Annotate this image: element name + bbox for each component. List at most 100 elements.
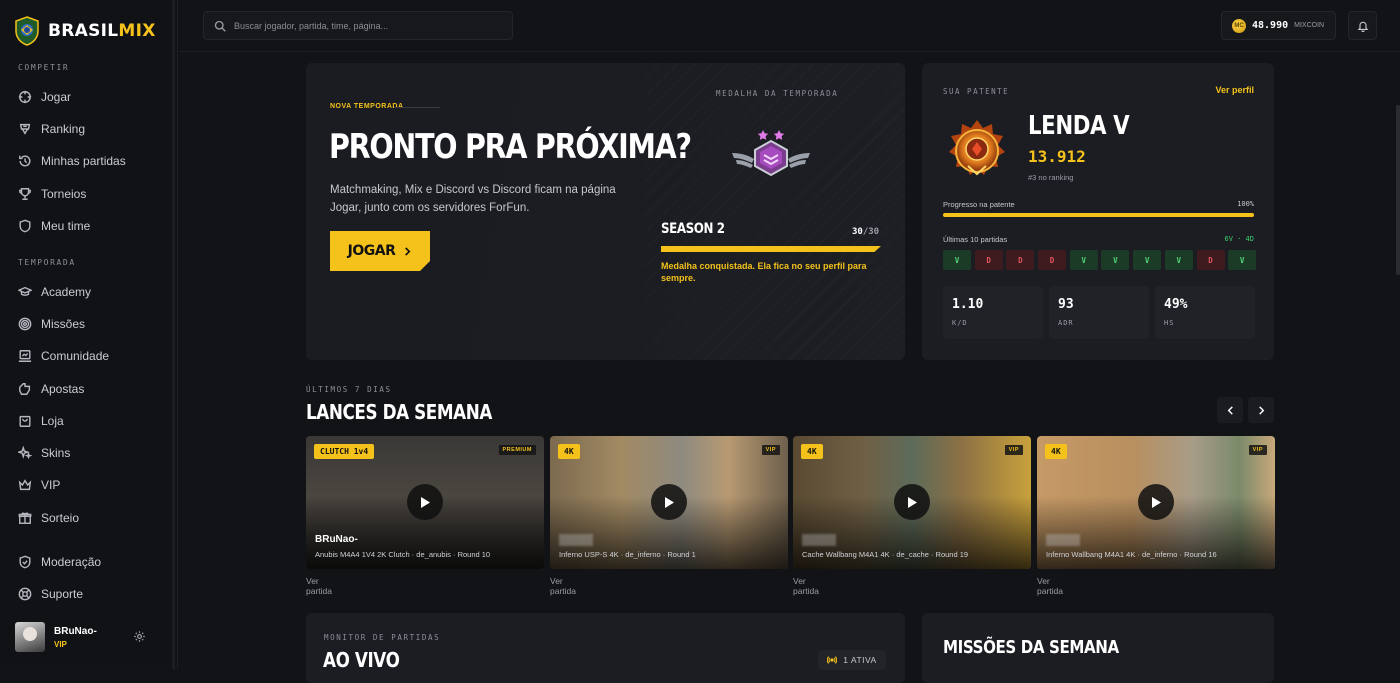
- clip-link[interactable]: Ver partida: [1037, 576, 1063, 596]
- sidebar-item-sorteio[interactable]: Sorteio: [18, 509, 79, 527]
- clip-badge: 4K: [1045, 444, 1067, 459]
- sidebar: BRASILMIX COMPETIR Jogar Ranking Minhas …: [0, 0, 178, 669]
- gift-icon: [18, 512, 32, 524]
- sidebar-item-vip[interactable]: VIP: [18, 476, 60, 494]
- clip-link[interactable]: Ver partida: [793, 576, 819, 596]
- chevron-left-icon: [1227, 405, 1233, 415]
- coin-balance[interactable]: MC 48.990 MIXCOIN: [1221, 11, 1336, 40]
- clip-meta: Inferno Wallbang M4A1 4K · de_inferno · …: [1046, 550, 1217, 559]
- play-icon: [908, 496, 917, 508]
- sidebar-item-loja[interactable]: Loja: [18, 412, 64, 430]
- brand-logo[interactable]: BRASILMIX: [14, 16, 156, 46]
- target-icon: [18, 317, 32, 331]
- match-result-chip: V: [1069, 250, 1098, 270]
- progress-value: 100%: [1237, 200, 1254, 208]
- search-input[interactable]: [234, 20, 504, 31]
- play-button[interactable]: [407, 484, 443, 520]
- sidebar-item-minhas-partidas[interactable]: Minhas partidas: [18, 152, 126, 170]
- weekly-missions-card: MISSÕES DA SEMANA: [922, 613, 1274, 683]
- view-profile-link[interactable]: Ver perfil: [1215, 85, 1254, 95]
- play-icon: [1152, 496, 1161, 508]
- gear-icon[interactable]: [133, 630, 146, 643]
- clip-link[interactable]: Ver partida: [306, 576, 332, 596]
- season-medal-icon: [732, 130, 810, 177]
- sidebar-item-label: Sorteio: [41, 511, 80, 525]
- highlights-title: LANCES DA SEMANA: [306, 400, 492, 424]
- jogar-button[interactable]: JOGAR: [330, 231, 430, 271]
- kicker-divider: [394, 107, 440, 108]
- sidebar-item-suporte[interactable]: Suporte: [18, 585, 83, 603]
- blurred-player-name: [802, 534, 836, 546]
- clip-tier-badge: VIP: [761, 445, 780, 455]
- sidebar-item-label: Minhas partidas: [41, 154, 126, 168]
- play-button[interactable]: [894, 484, 930, 520]
- hero-stripes: [644, 63, 905, 360]
- sidebar-item-skins[interactable]: Skins: [18, 444, 70, 462]
- main-scrollbar-thumb[interactable]: [1396, 105, 1400, 275]
- clip-card[interactable]: CLUTCH 1v4 PREMIUM BRuNao- Anubis M4A4 1…: [306, 436, 544, 569]
- highlights-next-button[interactable]: [1248, 397, 1274, 423]
- lifebuoy-icon: [18, 587, 32, 601]
- clip-player: BRuNao-: [315, 534, 358, 545]
- shield-check-icon: [19, 555, 31, 569]
- notifications-button[interactable]: [1348, 11, 1377, 40]
- play-button[interactable]: [1138, 484, 1174, 520]
- user-profile[interactable]: BRuNao- VIP: [15, 622, 97, 652]
- sidebar-item-label: Comunidade: [41, 349, 110, 363]
- sidebar-item-moderacao[interactable]: Moderação: [18, 553, 101, 571]
- sidebar-item-meu-time[interactable]: Meu time: [18, 217, 90, 235]
- clip-card[interactable]: 4K VIP Inferno USP-S 4K · de_inferno · R…: [550, 436, 788, 569]
- match-result-chip: D: [1196, 250, 1225, 270]
- sidebar-scrollbar[interactable]: [172, 0, 175, 669]
- history-icon: [19, 155, 31, 167]
- crosshair-icon: [18, 90, 32, 104]
- coin-unit: MIXCOIN: [1294, 22, 1325, 29]
- clip-link[interactable]: Ver partida: [550, 576, 576, 596]
- active-matches-badge[interactable]: 1 ATIVA: [818, 650, 886, 670]
- clip-card[interactable]: 4K VIP Inferno Wallbang M4A1 4K · de_inf…: [1037, 436, 1275, 569]
- last-matches-label: Últimas 10 partidas: [943, 235, 1008, 244]
- user-tag: VIP: [54, 639, 67, 649]
- chevron-right-icon: [1258, 405, 1264, 415]
- bets-icon: [19, 383, 31, 395]
- play-icon: [665, 496, 674, 508]
- live-title: AO VIVO: [323, 648, 400, 672]
- brand-name: BRASILMIX: [48, 21, 156, 41]
- clip-meta: Cache Wallbang M4A1 4K · de_cache · Roun…: [802, 550, 969, 559]
- clip-tier-badge: PREMIUM: [498, 445, 536, 455]
- brand-shield-icon: [15, 16, 39, 46]
- stat-kd: 1.10 K/D: [943, 286, 1043, 339]
- match-result-chip: V: [943, 250, 971, 270]
- search-box[interactable]: [203, 11, 513, 40]
- highlights-prev-button[interactable]: [1217, 397, 1243, 423]
- sidebar-item-missoes[interactable]: Missões: [18, 315, 85, 333]
- sidebar-item-academy[interactable]: Academy: [18, 283, 91, 301]
- clip-tier-badge: VIP: [1248, 445, 1267, 455]
- medal-label: MEDALHA DA TEMPORADA: [716, 89, 839, 98]
- rank-position: #3 no ranking: [1028, 173, 1074, 182]
- sidebar-item-torneios[interactable]: Torneios: [18, 185, 86, 203]
- sidebar-item-jogar[interactable]: Jogar: [18, 88, 71, 106]
- sidebar-item-ranking[interactable]: Ranking: [18, 120, 85, 138]
- progress-label: Progresso na patente: [943, 200, 1015, 209]
- match-result-chip: D: [1038, 250, 1067, 270]
- match-result-chip: V: [1164, 250, 1193, 270]
- clip-meta: Inferno USP-S 4K · de_inferno · Round 1: [559, 550, 696, 559]
- store-icon: [19, 415, 31, 427]
- play-button[interactable]: [651, 484, 687, 520]
- avatar[interactable]: [15, 622, 45, 652]
- trophy-icon: [19, 123, 31, 135]
- stat-adr: 93 ADR: [1049, 286, 1149, 339]
- blurred-player-name: [559, 534, 593, 546]
- stat-hs: 49% HS: [1155, 286, 1255, 339]
- chevron-right-icon: [405, 246, 411, 256]
- jogar-button-label: JOGAR: [347, 243, 396, 259]
- clip-card[interactable]: 4K VIP Cache Wallbang M4A1 4K · de_cache…: [793, 436, 1031, 569]
- user-name: BRuNao-: [54, 625, 97, 637]
- search-icon: [214, 20, 226, 32]
- sidebar-item-apostas[interactable]: Apostas: [18, 380, 84, 398]
- clip-tier-badge: VIP: [1004, 445, 1023, 455]
- sidebar-item-label: VIP: [41, 478, 61, 492]
- sidebar-item-comunidade[interactable]: Comunidade: [18, 347, 109, 365]
- hero-kicker: NOVA TEMPORADA: [330, 103, 404, 110]
